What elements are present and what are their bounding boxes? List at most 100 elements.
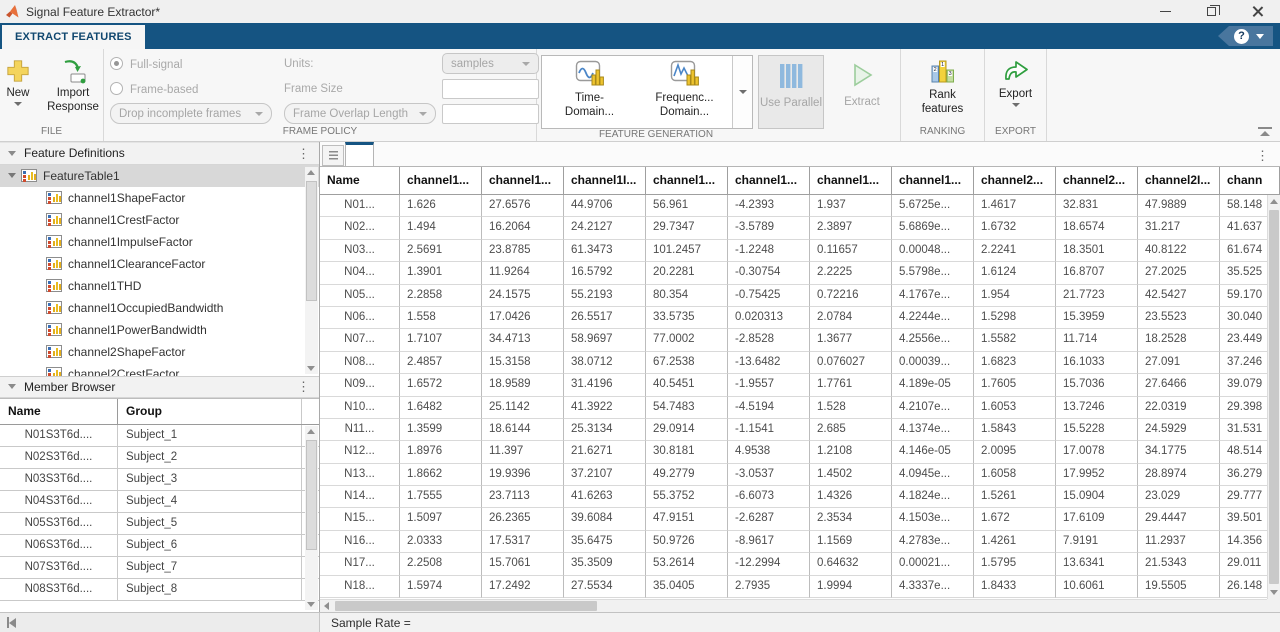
member-col-group[interactable]: Group [118,399,302,424]
member-row[interactable]: N06S3T6d....Subject_6 [0,535,319,557]
frame-size-label: Frame Size [284,83,436,95]
window-title: Signal Feature Extractor* [26,5,160,19]
tree-item-channel1shapefactor[interactable]: channel1ShapeFactor [0,187,319,209]
column-header-10[interactable]: channel2I... [1138,167,1220,195]
member-browser-header[interactable]: Member Browser ⋮ [0,376,319,399]
member-group-cell: Subject_8 [118,579,302,600]
member-row[interactable]: N03S3T6d....Subject_3 [0,469,319,491]
table-row[interactable]: N14...1.755523.711341.626355.3752-6.6073… [320,486,1280,508]
member-row[interactable]: N08S3T6d....Subject_8 [0,579,319,601]
column-header-2[interactable]: channel1... [482,167,564,195]
export-button[interactable]: Export [993,54,1038,126]
table-row[interactable]: N10...1.648225.114241.392254.7483-4.5194… [320,397,1280,419]
member-group-cell: Subject_1 [118,425,302,446]
column-header-4[interactable]: channel1... [646,167,728,195]
frequency-domain-features-button[interactable]: Frequenc... Domain... [637,56,732,128]
table-row[interactable]: N01...1.62627.657644.970656.961-4.23931.… [320,195,1280,217]
tree-item-channel1crestfactor[interactable]: channel1CrestFactor [0,209,319,231]
tree-scrollbar[interactable] [305,167,318,374]
table-cell: 67.2538 [646,352,728,374]
full-signal-radio[interactable]: Full-signal [110,55,278,73]
table-horizontal-scrollbar[interactable] [320,599,1267,612]
tree-item-featuretable1[interactable]: FeatureTable1 [0,165,319,187]
kebab-menu-icon[interactable]: ⋮ [294,380,313,393]
frame-size-input[interactable] [442,79,539,99]
feature-definitions-header[interactable]: Feature Definitions ⋮ [0,142,319,165]
table-row[interactable]: N09...1.657218.958931.419640.5451-1.9557… [320,374,1280,396]
collapse-ribbon-button[interactable] [1258,127,1272,137]
column-header-11[interactable]: chann [1220,167,1280,195]
frame-overlap-input[interactable] [442,104,539,124]
column-header-3[interactable]: channel1I... [564,167,646,195]
frame-based-radio[interactable]: Frame-based [110,80,278,98]
column-header-6[interactable]: channel1... [810,167,892,195]
table-row[interactable]: N04...1.390111.926416.579220.2281-0.3075… [320,262,1280,284]
tree-expand-icon[interactable] [8,173,16,178]
row-name-cell: N18... [320,576,400,598]
member-row[interactable]: N05S3T6d....Subject_5 [0,513,319,535]
new-button[interactable]: New [0,54,36,126]
table-row[interactable]: N12...1.897611.39721.627130.81814.95381.… [320,441,1280,463]
table-row[interactable]: N05...2.285824.157555.219380.354-0.75425… [320,285,1280,307]
tab-extract-features[interactable]: EXTRACT FEATURES [2,25,145,49]
tree-item-channel2crestfactor[interactable]: channel2CrestFactor [0,363,319,376]
table-row[interactable]: N03...2.569123.878561.3473101.2457-1.224… [320,240,1280,262]
member-row[interactable]: N02S3T6d....Subject_2 [0,447,319,469]
tree-item-channel1thd[interactable]: channel1THD [0,275,319,297]
tab-list-button[interactable] [322,145,344,166]
member-col-name[interactable]: Name [0,399,118,424]
close-button[interactable] [1234,0,1280,23]
member-row[interactable]: N01S3T6d....Subject_1 [0,425,319,447]
table-row[interactable]: N15...1.509726.236539.608447.9151-2.6287… [320,508,1280,530]
table-cell: 4.1374e... [892,419,974,441]
table-cell: 16.5792 [564,262,646,284]
feature-table-tab[interactable] [345,142,374,166]
column-header-7[interactable]: channel1... [892,167,974,195]
table-row[interactable]: N13...1.866219.939637.210749.2779-3.0537… [320,464,1280,486]
rank-features-button[interactable]: 2 1 3 Rank features [901,54,984,126]
gallery-expand-button[interactable] [732,56,752,128]
tree-item-channel1occupiedbandwidth[interactable]: channel1OccupiedBandwidth [0,297,319,319]
tree-item-channel1powerbandwidth[interactable]: channel1PowerBandwidth [0,319,319,341]
column-header-name[interactable]: Name [320,167,400,195]
row-name-cell: N08... [320,352,400,374]
tree-item-channel1clearancefactor[interactable]: channel1ClearanceFactor [0,253,319,275]
import-button-label: Import Response [42,86,104,114]
kebab-menu-icon[interactable]: ⋮ [294,147,313,160]
table-row[interactable]: N02...1.49416.206424.212729.7347-3.57892… [320,217,1280,239]
table-row[interactable]: N16...2.033317.531735.647550.9726-8.9617… [320,531,1280,553]
kebab-menu-icon[interactable]: ⋮ [1253,149,1272,162]
minimize-button[interactable] [1142,0,1188,23]
help-button[interactable]: ? [1218,26,1273,46]
column-header-5[interactable]: channel1... [728,167,810,195]
units-dropdown[interactable]: samples [442,53,539,74]
table-vertical-scrollbar[interactable] [1267,195,1280,599]
table-cell: 4.3337e... [892,576,974,598]
table-row[interactable]: N11...1.359918.614425.313429.0914-1.1541… [320,419,1280,441]
frequency-domain-label-2: Domain... [660,105,709,119]
member-row[interactable]: N04S3T6d....Subject_4 [0,491,319,513]
maximize-button[interactable] [1188,0,1234,23]
tree-item-channel2shapefactor[interactable]: channel2ShapeFactor [0,341,319,363]
member-row[interactable]: N07S3T6d....Subject_7 [0,557,319,579]
scrollbar-corner [1267,599,1280,612]
extract-button[interactable]: Extract [829,55,895,129]
drop-incomplete-frames-dropdown[interactable]: Drop incomplete frames [110,103,272,124]
use-parallel-button[interactable]: Use Parallel [758,55,824,129]
tree-item-channel1impulsefactor[interactable]: channel1ImpulseFactor [0,231,319,253]
ribbon-tab-band: EXTRACT FEATURES ? [0,23,1280,49]
table-row[interactable]: N07...1.710734.471358.969777.0002-2.8528… [320,329,1280,351]
member-scrollbar[interactable] [305,426,318,610]
column-header-1[interactable]: channel1... [400,167,482,195]
row-name-cell: N16... [320,531,400,553]
time-domain-features-button[interactable]: Time- Domain... [542,56,637,128]
column-header-9[interactable]: channel2... [1056,167,1138,195]
table-row[interactable]: N18...1.597417.249227.553435.04052.79351… [320,576,1280,598]
collapse-panel-button[interactable] [7,617,16,628]
column-header-8[interactable]: channel2... [974,167,1056,195]
table-row[interactable]: N17...2.250815.706135.350953.2614-12.299… [320,553,1280,575]
import-response-button[interactable]: Import Response [36,54,110,126]
table-row[interactable]: N06...1.55817.042626.551733.57350.020313… [320,307,1280,329]
table-row[interactable]: N08...2.485715.315838.071267.2538-13.648… [320,352,1280,374]
frame-overlap-length-dropdown[interactable]: Frame Overlap Length [284,103,436,124]
